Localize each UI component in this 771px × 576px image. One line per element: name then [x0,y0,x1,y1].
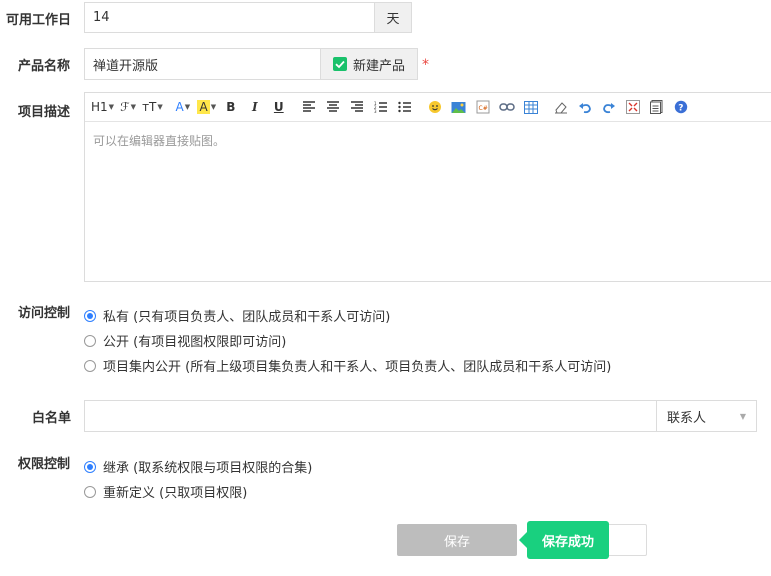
access-label: 访问控制 [18,306,71,321]
whitelist-input[interactable] [84,400,657,432]
permission-label: 权限控制 [18,457,71,472]
italic-button[interactable]: I [245,97,265,117]
description-editor[interactable]: H1 ▼ ℱ ▼ тT ▼ A ▼ A ▼ B I U 123 C# ? 可以在编辑器直接… [84,92,771,282]
underline-button[interactable]: U [269,97,289,117]
undo-icon[interactable] [575,97,595,117]
checkbox-checked-icon[interactable] [333,57,347,71]
permission-option-inherit[interactable]: 继承 (取系统权限与项目权限的合集) [84,457,312,476]
code-icon[interactable]: C# [473,97,493,117]
back-button[interactable] [604,524,647,556]
image-icon[interactable] [449,97,469,117]
workdays-unit: 天 [374,2,412,33]
heading-button[interactable]: H1 ▼ [91,97,114,117]
align-right-icon[interactable] [347,97,367,117]
editor-placeholder: 可以在编辑器直接贴图。 [93,134,226,148]
chevron-down-icon: ▼ [210,103,217,111]
template-icon[interactable] [647,97,667,117]
radio-checked-icon[interactable] [84,460,96,473]
bold-button[interactable]: B [221,97,241,117]
access-option-program[interactable]: 项目集内公开 (所有上级项目集负责人和干系人、项目负责人、团队成员和干系人可访问… [84,356,611,375]
emoji-icon[interactable] [425,97,445,117]
font-size-button[interactable]: тT ▼ [142,97,163,117]
link-icon[interactable] [497,97,517,117]
table-icon[interactable] [521,97,541,117]
access-option-private[interactable]: 私有 (只有项目负责人、团队成员和干系人可访问) [84,306,390,325]
fullscreen-icon[interactable] [623,97,643,117]
whitelist-label: 白名单 [32,411,72,426]
workdays-label: 可用工作日 [6,13,72,28]
save-button[interactable]: 保存 [397,524,517,556]
svg-text:3: 3 [374,109,377,113]
toast-arrow [519,532,527,548]
radio-icon[interactable] [84,485,96,498]
new-product-label: 新建产品 [353,58,406,74]
required-mark: * [422,57,429,73]
access-option-public[interactable]: 公开 (有项目视图权限即可访问) [84,331,286,350]
bullet-list-icon[interactable] [395,97,415,117]
eraser-icon[interactable] [551,97,571,117]
svg-text:C#: C# [478,105,487,112]
svg-text:?: ? [678,104,683,114]
font-family-button[interactable]: ℱ ▼ [118,97,138,117]
font-color-button[interactable]: A ▼ [173,97,193,117]
radio-checked-icon[interactable] [84,309,96,322]
align-left-icon[interactable] [299,97,319,117]
ordered-list-icon[interactable]: 123 [371,97,391,117]
chevron-down-icon: ▼ [157,103,163,111]
radio-icon[interactable] [84,334,96,347]
editor-toolbar: H1 ▼ ℱ ▼ тT ▼ A ▼ A ▼ B I U 123 C# ? [85,93,771,122]
chevron-down-icon: ▼ [130,103,136,111]
help-icon[interactable]: ? [671,97,691,117]
description-label: 项目描述 [18,105,71,120]
radio-icon[interactable] [84,359,96,372]
contacts-select[interactable]: 联系人 ▼ [656,400,757,432]
permission-option-redefine[interactable]: 重新定义 (只取项目权限) [84,482,247,501]
product-input[interactable] [84,48,321,80]
align-center-icon[interactable] [323,97,343,117]
workdays-input[interactable] [84,2,375,33]
save-success-toast: 保存成功 [527,521,609,559]
redo-icon[interactable] [599,97,619,117]
chevron-down-icon: ▼ [108,103,115,111]
highlight-button[interactable]: A ▼ [197,97,217,117]
chevron-down-icon: ▼ [184,103,191,111]
new-product-toggle[interactable]: 新建产品 [320,48,418,80]
chevron-down-icon: ▼ [739,411,746,421]
product-label: 产品名称 [18,59,71,74]
